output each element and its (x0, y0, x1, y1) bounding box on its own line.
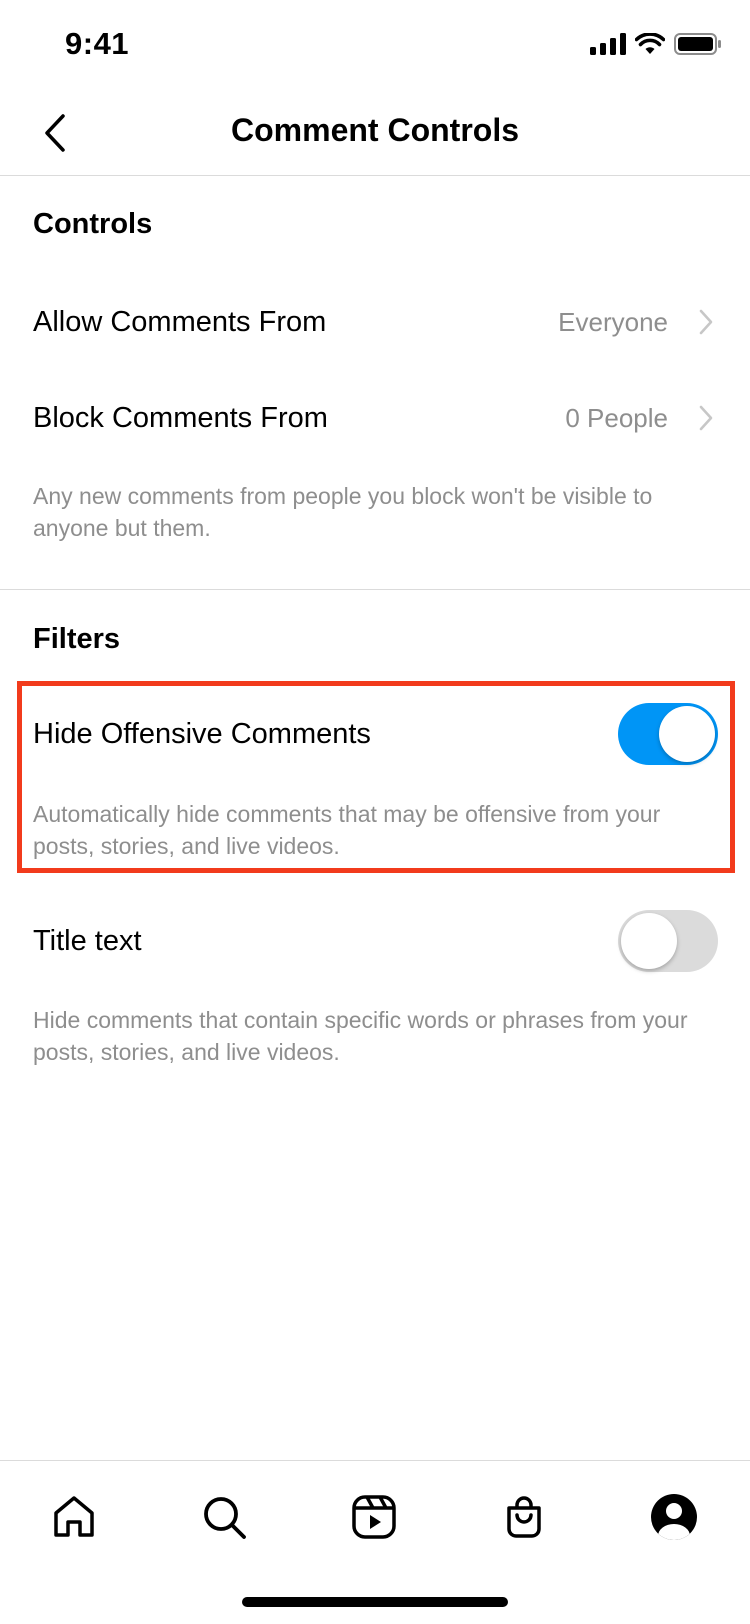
manual-filter-helper-text: Hide comments that contain specific word… (33, 1007, 688, 1065)
status-time: 9:41 (65, 26, 130, 61)
battery-icon (674, 33, 721, 55)
hide-offensive-comments-helper-text: Automatically hide comments that may be … (33, 801, 661, 859)
allow-comments-from-row[interactable]: Allow Comments From Everyone (0, 292, 750, 352)
block-comments-from-row[interactable]: Block Comments From 0 People (0, 388, 750, 448)
status-icons (590, 33, 722, 55)
allow-comments-from-value: Everyone (558, 306, 668, 337)
hide-offensive-comments-toggle[interactable] (618, 703, 718, 765)
hide-offensive-comments-label: Hide Offensive Comments (33, 717, 371, 750)
chevron-right-icon (699, 405, 713, 431)
allow-comments-from-label: Allow Comments From (33, 305, 327, 338)
home-indicator (242, 1597, 508, 1607)
manual-filter-label: Title text (33, 924, 142, 957)
block-comments-from-value: 0 People (565, 402, 668, 433)
chevron-right-icon (699, 309, 713, 335)
manual-filter-row: Title text (0, 910, 750, 972)
controls-section-header: Controls (33, 208, 153, 240)
home-icon (54, 1496, 94, 1537)
toggle-knob (659, 706, 715, 762)
nav-bar: Comment Controls (0, 90, 750, 176)
block-comments-helper-text: Any new comments from people you block w… (33, 483, 653, 541)
search-icon (204, 1497, 246, 1539)
tab-search[interactable] (194, 1487, 254, 1547)
filters-section-header: Filters (33, 623, 121, 655)
tab-profile[interactable] (644, 1487, 704, 1547)
page-title: Comment Controls (231, 112, 519, 148)
wifi-icon (635, 33, 665, 54)
hide-offensive-comments-row: Hide Offensive Comments (0, 703, 750, 765)
cellular-signal-icon (590, 33, 626, 55)
status-bar: 9:41 (0, 0, 750, 90)
block-comments-from-label: Block Comments From (33, 401, 328, 434)
profile-icon (651, 1494, 697, 1540)
shopping-bag-icon (507, 1496, 541, 1538)
toggle-knob (621, 913, 677, 969)
manual-filter-toggle[interactable] (618, 910, 718, 972)
tab-home[interactable] (44, 1487, 104, 1547)
section-divider (0, 589, 750, 590)
reels-icon (352, 1495, 396, 1539)
tab-shop[interactable] (494, 1487, 554, 1547)
tab-reels[interactable] (344, 1487, 404, 1547)
